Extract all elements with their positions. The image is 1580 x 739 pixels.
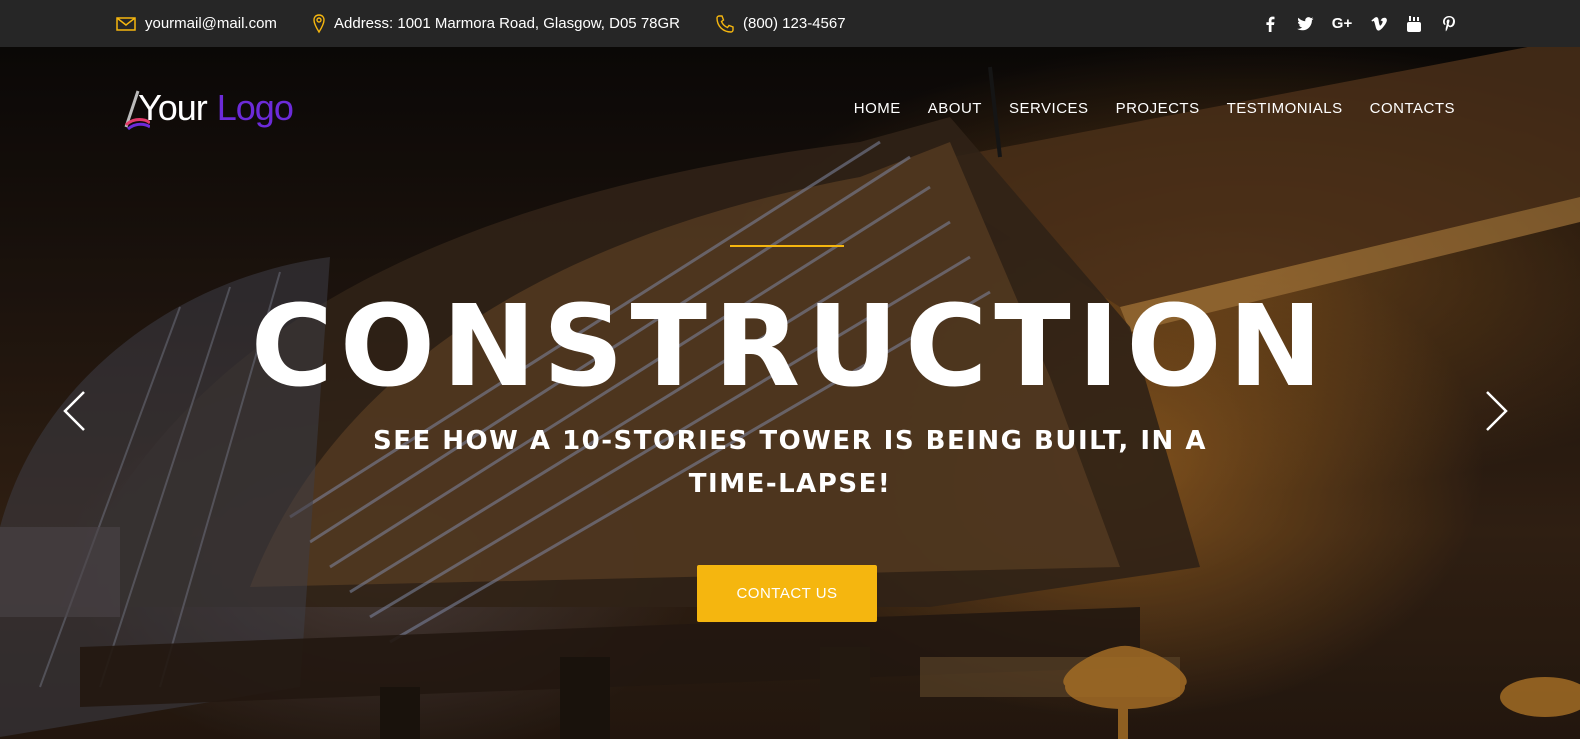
nav-testimonials[interactable]: TESTIMONIALS	[1227, 100, 1343, 117]
hero-subtitle: SEE HOW A 10-STORIES TOWER IS BEING BUIL…	[373, 426, 1207, 499]
map-pin-icon	[313, 13, 325, 33]
nav-about[interactable]: ABOUT	[928, 100, 982, 117]
youtube-icon[interactable]	[1405, 15, 1423, 33]
title-accent-line	[730, 245, 844, 247]
email-contact[interactable]: yourmail@mail.com	[116, 0, 277, 47]
logo-swoosh-icon	[124, 90, 150, 131]
phone-icon	[716, 14, 734, 33]
phone-contact[interactable]: (800) 123-4567	[716, 0, 846, 47]
phone-text: (800) 123-4567	[743, 15, 846, 32]
chevron-right-icon[interactable]	[1485, 390, 1509, 432]
social-links: G+	[1261, 0, 1458, 47]
top-bar: yourmail@mail.com Address: 1001 Marmora …	[0, 0, 1580, 47]
twitter-icon[interactable]	[1296, 15, 1314, 33]
google-plus-icon[interactable]: G+	[1331, 15, 1353, 33]
email-text: yourmail@mail.com	[145, 15, 277, 32]
vimeo-icon[interactable]	[1370, 15, 1388, 33]
facebook-icon[interactable]	[1261, 15, 1279, 33]
nav-contacts[interactable]: CONTACTS	[1370, 100, 1455, 117]
logo-text-secondary: Logo	[216, 87, 294, 128]
contact-us-button[interactable]: CONTACT US	[697, 565, 877, 622]
main-navigation: HOME ABOUT SERVICES PROJECTS TESTIMONIAL…	[854, 100, 1455, 117]
nav-home[interactable]: HOME	[854, 100, 901, 117]
chevron-left-icon[interactable]	[62, 390, 86, 432]
pinterest-icon[interactable]	[1440, 15, 1458, 33]
nav-services[interactable]: SERVICES	[1009, 100, 1089, 117]
site-logo[interactable]: Your Logo	[124, 87, 294, 131]
envelope-icon	[116, 16, 136, 31]
nav-projects[interactable]: PROJECTS	[1116, 100, 1200, 117]
address-contact: Address: 1001 Marmora Road, Glasgow, D05…	[313, 0, 680, 47]
address-text: Address: 1001 Marmora Road, Glasgow, D05…	[334, 15, 681, 32]
hero-title: CONSTRUCTION	[250, 282, 1330, 412]
